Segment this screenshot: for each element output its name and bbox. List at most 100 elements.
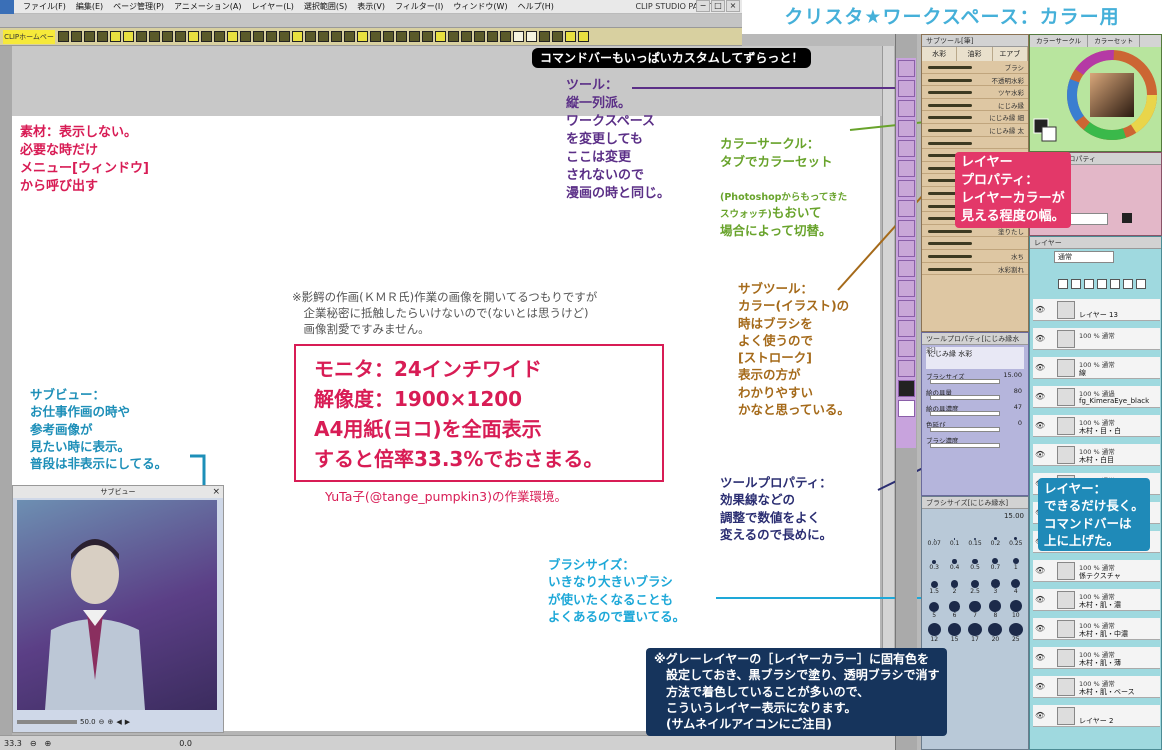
layer-row[interactable]: 👁 100 % 通常 木村・肌・濃 <box>1033 589 1160 611</box>
eye-icon[interactable]: 👁 <box>1035 305 1045 314</box>
menu-animation[interactable]: アニメーション(A) <box>169 0 246 14</box>
command-icon[interactable] <box>500 31 511 42</box>
command-icon[interactable] <box>396 31 407 42</box>
menu-edit[interactable]: 編集(E) <box>71 0 108 14</box>
command-icon[interactable] <box>357 31 368 42</box>
subview-zoom-slider[interactable] <box>17 720 77 724</box>
command-icon[interactable] <box>188 31 199 42</box>
close-button[interactable]: × <box>726 0 740 12</box>
sub-color-swatch[interactable] <box>898 400 915 417</box>
mask-icon[interactable] <box>1123 279 1133 289</box>
brush-size-preset[interactable]: 20 <box>985 623 1005 643</box>
tool-icon[interactable] <box>898 200 915 217</box>
command-icon[interactable] <box>58 31 69 42</box>
tab-watercolor[interactable]: 水彩 <box>922 47 958 61</box>
menu-file[interactable]: ファイル(F) <box>18 0 71 14</box>
color-wheel[interactable] <box>1030 47 1161 151</box>
command-icon[interactable] <box>344 31 355 42</box>
eye-icon[interactable]: 👁 <box>1035 334 1045 343</box>
command-icon[interactable] <box>84 31 95 42</box>
brush-size-preset[interactable]: 0.1 <box>944 527 964 547</box>
command-icon[interactable] <box>578 31 589 42</box>
command-icon[interactable] <box>526 31 537 42</box>
tool-property-row[interactable]: 絵の具濃度 47 <box>926 403 1024 417</box>
command-icon[interactable] <box>487 31 498 42</box>
brush-item[interactable]: ツヤ水彩 <box>922 86 1028 99</box>
zoom-out-icon[interactable]: ⊖ <box>99 718 105 726</box>
property-slider[interactable] <box>930 379 1000 384</box>
brush-size-preset[interactable]: 0.15 <box>965 527 985 547</box>
brush-size-preset[interactable]: 1 <box>1006 551 1026 571</box>
tool-icon[interactable] <box>898 60 915 77</box>
command-icon[interactable] <box>383 31 394 42</box>
tool-icon[interactable] <box>898 140 915 157</box>
command-icon[interactable] <box>474 31 485 42</box>
command-icon[interactable] <box>97 31 108 42</box>
tool-icon[interactable] <box>898 160 915 177</box>
command-icon[interactable] <box>422 31 433 42</box>
command-icon[interactable] <box>435 31 446 42</box>
command-icon[interactable] <box>513 31 524 42</box>
command-icon[interactable] <box>409 31 420 42</box>
clip-icon[interactable] <box>1097 279 1107 289</box>
tool-icon[interactable] <box>898 280 915 297</box>
brush-size-preset[interactable]: 2 <box>944 575 964 595</box>
layer-row[interactable]: 👁 100 % 通常 木村・白目 <box>1033 444 1160 466</box>
vertical-scrollbar[interactable] <box>882 46 894 736</box>
minimize-button[interactable]: − <box>696 0 710 12</box>
tool-icon[interactable] <box>898 220 915 237</box>
command-icon[interactable] <box>162 31 173 42</box>
brush-size-preset[interactable]: 0.7 <box>985 551 1005 571</box>
eye-icon[interactable]: 👁 <box>1035 711 1045 720</box>
brush-size-preset[interactable]: 1.5 <box>924 575 944 595</box>
command-icon[interactable] <box>279 31 290 42</box>
brush-size-preset[interactable]: 12 <box>924 623 944 643</box>
maximize-button[interactable]: □ <box>711 0 725 12</box>
eye-icon[interactable]: 👁 <box>1035 363 1045 372</box>
tool-icon[interactable] <box>898 360 915 377</box>
tool-icon[interactable] <box>898 80 915 97</box>
command-icon[interactable] <box>552 31 563 42</box>
layer-row[interactable]: 👁 100 % 通常 木村・肌・ベース <box>1033 676 1160 698</box>
brush-size-preset[interactable]: 6 <box>944 599 964 619</box>
brush-size-preset[interactable]: 2.5 <box>965 575 985 595</box>
new-folder-icon[interactable] <box>1084 279 1094 289</box>
eye-icon[interactable]: 👁 <box>1035 682 1045 691</box>
command-icon[interactable] <box>240 31 251 42</box>
command-icon[interactable] <box>565 31 576 42</box>
new-layer-icon[interactable] <box>1058 279 1068 289</box>
menu-selection[interactable]: 選択範囲(S) <box>299 0 352 14</box>
menu-layer[interactable]: レイヤー(L) <box>246 0 298 14</box>
command-icon[interactable] <box>448 31 459 42</box>
layer-row[interactable]: 👁 100 % 通常 <box>1033 328 1160 350</box>
command-icon[interactable] <box>266 31 277 42</box>
property-slider[interactable] <box>930 443 1000 448</box>
brush-size-preset[interactable]: 0.5 <box>965 551 985 571</box>
eye-icon[interactable]: 👁 <box>1035 450 1045 459</box>
tool-icon[interactable] <box>898 240 915 257</box>
command-icon[interactable] <box>149 31 160 42</box>
eye-icon[interactable]: 👁 <box>1035 566 1045 575</box>
menu-window[interactable]: ウィンドウ(W) <box>448 0 512 14</box>
property-value[interactable]: 0 <box>1018 419 1022 427</box>
menu-view[interactable]: 表示(V) <box>352 0 390 14</box>
brush-size-preset[interactable]: 10 <box>1006 599 1026 619</box>
status-angle[interactable]: 0.0 <box>179 739 192 748</box>
layer-row[interactable]: 👁 100 % 通常 木村・肌・中濃 <box>1033 618 1160 640</box>
tool-icon[interactable] <box>898 180 915 197</box>
tool-icon[interactable] <box>898 340 915 357</box>
command-icon[interactable] <box>318 31 329 42</box>
prev-icon[interactable]: ◀ <box>116 718 121 726</box>
brush-item[interactable]: にじみ縁 <box>922 99 1028 112</box>
layer-color-swatch[interactable] <box>1122 213 1132 223</box>
layer-row[interactable]: 👁 レイヤー 13 <box>1033 299 1160 321</box>
zoom-in-icon[interactable]: ⊕ <box>107 718 113 726</box>
command-icon[interactable] <box>175 31 186 42</box>
brush-item[interactable] <box>922 137 1028 150</box>
command-icon[interactable] <box>305 31 316 42</box>
property-slider[interactable] <box>930 395 1000 400</box>
property-value[interactable]: 15.00 <box>1003 371 1022 379</box>
command-icon[interactable] <box>253 31 264 42</box>
property-slider[interactable] <box>930 427 1000 432</box>
close-icon[interactable]: × <box>212 486 220 498</box>
